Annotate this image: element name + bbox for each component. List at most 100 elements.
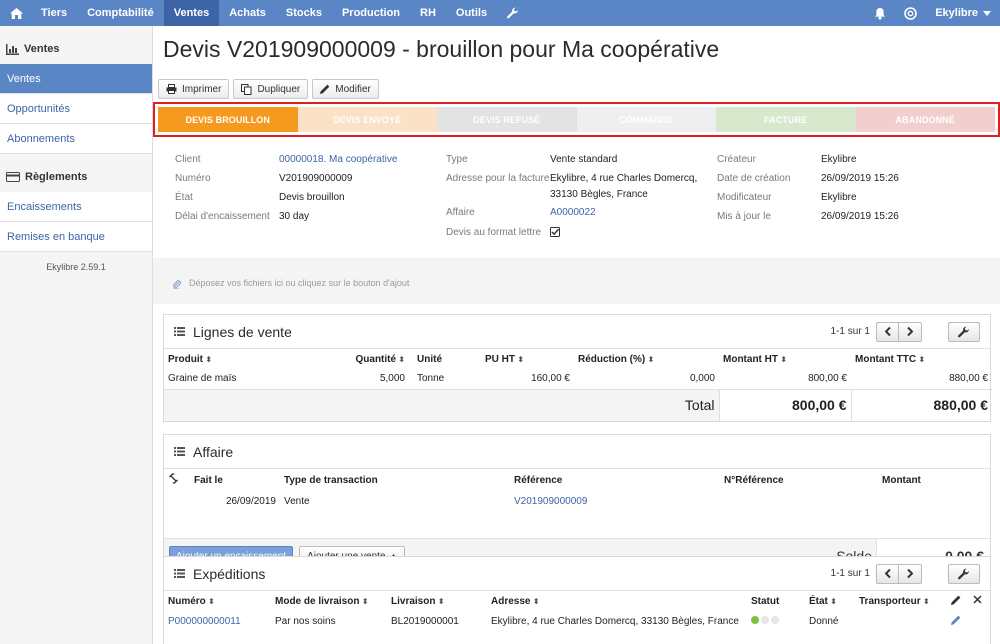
creator-value: Ekylibre <box>821 154 857 165</box>
print-label: Imprimer <box>182 83 222 95</box>
number-label: Numéro <box>175 173 211 184</box>
col-numero[interactable]: Numéro <box>164 591 271 611</box>
col-montant-ttc[interactable]: Montant TTC <box>851 349 992 369</box>
home-icon[interactable] <box>0 0 31 26</box>
sidebar-item-remises[interactable]: Remises en banque <box>0 222 152 252</box>
nav-ventes[interactable]: Ventes <box>163 0 220 26</box>
prev-page-button[interactable] <box>876 563 899 584</box>
bell-icon[interactable] <box>865 0 895 26</box>
total-ttc: 880,00 € <box>850 388 992 421</box>
cell-reference[interactable]: V201909000009 <box>510 491 720 511</box>
edit-button[interactable]: Modifier <box>312 79 379 99</box>
wrench-icon[interactable] <box>497 0 529 26</box>
col-mode-livraison[interactable]: Mode de livraison <box>271 591 387 611</box>
paperclip-icon <box>173 280 181 289</box>
settings-wrench-button[interactable] <box>948 321 980 342</box>
sidebar-section-reglements: Règlements <box>0 162 152 192</box>
shipments-table: Numéro Mode de livraison Livraison Adres… <box>164 591 990 631</box>
sidebar-item-ventes[interactable]: Ventes <box>0 64 152 94</box>
col-reduction[interactable]: Réduction (%) <box>574 349 719 369</box>
sidebar-item-abonnements[interactable]: Abonnements <box>0 124 152 154</box>
step-commande[interactable]: COMMANDE <box>576 107 716 132</box>
nav-rh[interactable]: RH <box>410 0 446 26</box>
cell-etat: Donné <box>809 615 839 627</box>
col-transporteur[interactable]: Transporteur <box>855 591 947 611</box>
edit-row-icon[interactable] <box>947 611 969 631</box>
affair-link[interactable]: A0000022 <box>550 207 596 218</box>
col-montant: Montant <box>882 474 921 486</box>
nav-production[interactable]: Production <box>332 0 410 26</box>
affair-title: Affaire <box>193 443 234 460</box>
step-devis-brouillon[interactable]: DEVIS BROUILLON <box>158 107 298 132</box>
status-dot-grey <box>771 615 779 624</box>
print-button[interactable]: Imprimer <box>158 79 230 99</box>
shipments-title: Expéditions <box>193 565 266 582</box>
pager-text: 1-1 sur 1 <box>830 568 870 579</box>
shipments-panel: Expéditions 1-1 sur 1 Numéro Mode de liv… <box>163 556 991 644</box>
col-quantite[interactable]: Quantité <box>304 349 409 369</box>
settings-wrench-button[interactable] <box>948 563 980 584</box>
prev-page-button[interactable] <box>876 321 899 342</box>
nav-tiers[interactable]: Tiers <box>31 0 77 26</box>
step-devis-refuse[interactable]: DEVIS REFUSÉ <box>437 107 577 132</box>
col-livraison[interactable]: Livraison <box>387 591 487 611</box>
updated-label: Mis à jour le <box>717 211 771 222</box>
col-montant-ht[interactable]: Montant HT <box>719 349 851 369</box>
nav-stocks[interactable]: Stocks <box>276 0 332 26</box>
nav-comptabilite[interactable]: Comptabilité <box>77 0 164 26</box>
col-produit[interactable]: Produit <box>164 349 304 369</box>
sale-lines-header: Lignes de vente 1-1 sur 1 <box>164 315 990 349</box>
col-adresse[interactable]: Adresse <box>487 591 747 611</box>
affair-label: Affaire <box>446 207 475 218</box>
close-icon[interactable] <box>969 591 990 611</box>
duplicate-button[interactable]: Dupliquer <box>233 79 309 99</box>
step-devis-envoye[interactable]: DEVIS ENVOYÉ <box>297 107 437 132</box>
toolbar: Imprimer Dupliquer Modifier <box>158 79 379 99</box>
sidebar-section-ventes: Ventes <box>0 34 152 64</box>
user-menu[interactable]: Ekylibre <box>926 0 1000 26</box>
edit-column-icon[interactable] <box>947 591 969 611</box>
updated-value: 26/09/2019 15:26 <box>821 211 899 222</box>
client-label: Client <box>175 154 201 165</box>
sidebar-item-opportunites[interactable]: Opportunités <box>0 94 152 124</box>
sale-lines-table: Produit Quantité Unité PU HT Réduction (… <box>164 349 992 421</box>
step-facture[interactable]: FACTURE <box>716 107 856 132</box>
cell-unite: Tonne <box>417 373 445 385</box>
created-value: 26/09/2019 15:26 <box>821 173 899 184</box>
cell-n-reference <box>720 491 878 511</box>
nav-outils[interactable]: Outils <box>446 0 497 26</box>
letter-format-check-icon <box>550 227 560 237</box>
shipments-pager: 1-1 sur 1 <box>830 563 980 584</box>
dropzone-text: Déposez vos fichiers ici ou cliquez sur … <box>189 278 410 288</box>
col-pu-ht[interactable]: PU HT <box>481 349 574 369</box>
type-value: Vente standard <box>550 154 618 165</box>
wrench-icon <box>958 568 969 579</box>
step-abandonne[interactable]: ABANDONNÉ <box>855 107 995 132</box>
pencil-icon <box>320 84 330 94</box>
created-label: Date de création <box>717 173 791 184</box>
sale-lines-pager: 1-1 sur 1 <box>830 321 980 342</box>
file-dropzone[interactable]: Déposez vos fichiers ici ou cliquez sur … <box>153 258 1000 304</box>
chevron-left-icon <box>884 569 891 578</box>
sidebar-item-encaissements[interactable]: Encaissements <box>0 192 152 222</box>
col-etat[interactable]: État <box>805 591 855 611</box>
next-page-button[interactable] <box>899 563 922 584</box>
help-icon[interactable] <box>895 0 926 26</box>
modifier-label: Modificateur <box>717 192 772 203</box>
cell-numero[interactable]: P000000000011 <box>164 611 271 631</box>
unlink-icon[interactable] <box>164 469 190 491</box>
next-page-button[interactable] <box>899 321 922 342</box>
delay-value: 30 day <box>279 211 310 222</box>
nav-achats[interactable]: Achats <box>219 0 276 26</box>
caret-down-icon <box>983 10 991 16</box>
pager-text: 1-1 sur 1 <box>830 326 870 337</box>
sidebar: Ventes Ventes Opportunités Abonnements R… <box>0 26 153 644</box>
sidebar-section-label: Ventes <box>24 43 60 55</box>
state-label: État <box>175 192 193 203</box>
client-link[interactable]: 00000018. Ma coopérative <box>279 154 397 165</box>
list-icon <box>174 569 185 578</box>
address-label: Adresse pour la facture <box>446 173 550 184</box>
table-row: Graine de maïs 5,000 Tonne 160,00 € 0,00… <box>164 369 992 389</box>
cell-adresse: Ekylibre, 4 rue Charles Domercq, 33130 B… <box>491 615 739 627</box>
app-version: Ekylibre 2.59.1 <box>46 262 106 272</box>
